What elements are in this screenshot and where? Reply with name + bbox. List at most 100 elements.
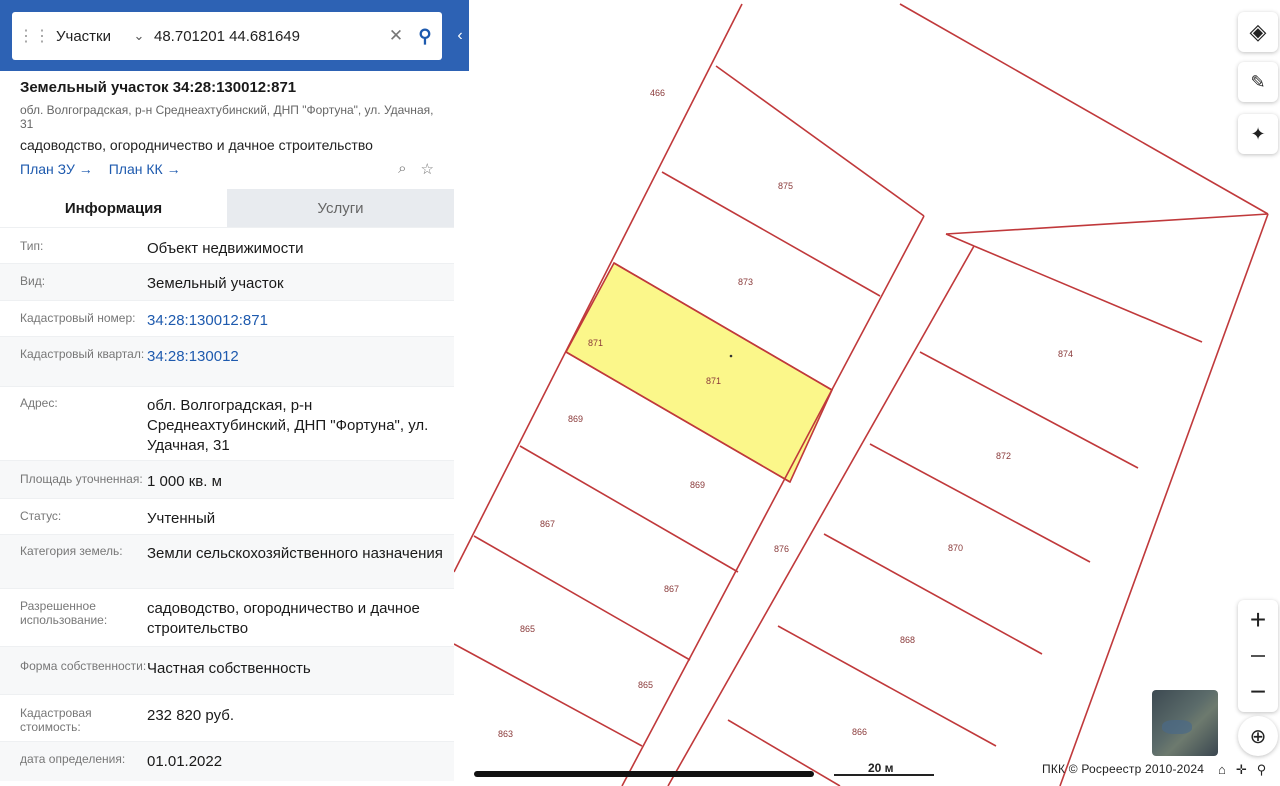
panel-tabs: Информация Услуги xyxy=(0,189,454,227)
row-label: Тип: xyxy=(20,239,44,253)
zoom-in-button[interactable]: + xyxy=(1238,600,1278,640)
table-row: Адрес: обл. Волгоградская, р-н Среднеахт… xyxy=(0,386,454,460)
row-value: садоводство, огородничество и дачное стр… xyxy=(147,600,420,637)
parcel-label: 865 xyxy=(520,624,535,634)
parcel-label: 875 xyxy=(778,181,793,191)
clear-icon[interactable]: ✕ xyxy=(384,26,408,46)
horizontal-scrollbar[interactable] xyxy=(474,771,814,777)
parcel-label: 867 xyxy=(540,519,555,529)
parcel-label: 866 xyxy=(852,727,867,737)
layers-button[interactable]: ◈ xyxy=(1238,12,1278,52)
home-icon[interactable]: ⌂ xyxy=(1218,762,1226,778)
table-row: Форма собственности: Частная собственнос… xyxy=(0,646,454,694)
row-label: Форма собственности: xyxy=(20,659,147,673)
search-box: ⋮⋮ Участки ⌄ 48.701201 44.681649 ✕ ⚲ xyxy=(12,12,442,60)
table-row: Статус: Учтенный xyxy=(0,498,454,534)
zoom-out-button[interactable]: − xyxy=(1238,672,1278,712)
search-header: ⋮⋮ Участки ⌄ 48.701201 44.681649 ✕ ⚲ ‹ xyxy=(0,0,469,71)
row-value: обл. Волгоградская, р-н Среднеахтубински… xyxy=(147,397,429,454)
row-value: 1 000 кв. м xyxy=(147,473,222,490)
zoom-controls: + − xyxy=(1238,600,1278,712)
parcel-label: 872 xyxy=(996,451,1011,461)
row-label: Площадь уточненная: xyxy=(20,472,143,486)
parcel-label: 871 xyxy=(706,376,721,386)
tab-information[interactable]: Информация xyxy=(0,189,227,227)
row-label: Адрес: xyxy=(20,396,58,410)
chevron-left-icon[interactable]: ‹ xyxy=(452,24,468,48)
parcel-label: 874 xyxy=(1058,349,1073,359)
minus-icon: − xyxy=(1249,676,1267,707)
table-row: дата определения: 01.01.2022 xyxy=(0,741,454,781)
ruler-button[interactable]: ✎ xyxy=(1238,62,1278,102)
grid-icon[interactable]: ⋮⋮ xyxy=(12,26,56,46)
plus-icon: + xyxy=(1249,604,1267,635)
parcel-label: 863 xyxy=(498,729,513,739)
parcel-label: 868 xyxy=(900,635,915,645)
pin-icon[interactable]: ⚲ xyxy=(1257,762,1267,778)
attribution-icons: ⌂ ✛ ⚲ xyxy=(1218,762,1266,778)
row-value: Земли сельскохозяйственного назначения xyxy=(147,545,443,562)
crosshair-icon[interactable]: ✛ xyxy=(1236,762,1247,778)
table-row: Кадастровый квартал: 34:28:130012 xyxy=(0,336,454,386)
table-row: Тип: Объект недвижимости xyxy=(0,227,454,263)
plan-links: План ЗУ → План КК → ⌕ ☆ xyxy=(20,160,434,178)
parcel-label: 873 xyxy=(738,277,753,287)
ruler-icon: ✎ xyxy=(1250,71,1266,92)
star-icon[interactable]: ☆ xyxy=(421,160,434,178)
locate-icon: ✦ xyxy=(1250,123,1266,144)
row-value: Учтенный xyxy=(147,510,216,527)
row-value: 232 820 руб. xyxy=(147,707,234,724)
zoom-search-icon[interactable]: ⌕ xyxy=(398,160,406,178)
row-label: Категория земель: xyxy=(20,544,123,558)
row-label: Вид: xyxy=(20,274,46,288)
chevron-down-icon[interactable]: ⌄ xyxy=(128,28,150,44)
tab-services[interactable]: Услуги xyxy=(227,189,454,227)
row-value: 01.01.2022 xyxy=(147,753,223,770)
table-row: Площадь уточненная: 1 000 кв. м xyxy=(0,460,454,498)
row-label: Кадастровый квартал: xyxy=(20,347,145,361)
layers-icon: ◈ xyxy=(1249,19,1267,44)
row-label: Статус: xyxy=(20,509,62,523)
app-root: 466 875 873 871 871 874 869 872 869 867 … xyxy=(0,0,1280,786)
parcel-label: 867 xyxy=(664,584,679,594)
parcel-header: Земельный участок 34:28:130012:871 обл. … xyxy=(0,71,454,189)
zoom-divider xyxy=(1238,640,1278,672)
row-value: Частная собственность xyxy=(147,660,311,677)
parcel-label: 865 xyxy=(638,680,653,690)
row-value: Земельный участок xyxy=(147,275,284,292)
parcel-label: 466 xyxy=(650,88,665,98)
row-value: Объект недвижимости xyxy=(147,240,304,257)
parcel-title: Земельный участок 34:28:130012:871 xyxy=(20,79,297,96)
table-row: Кадастровая стоимость: 232 820 руб. xyxy=(0,694,454,741)
basemap-switcher[interactable] xyxy=(1152,690,1218,756)
table-row: Вид: Земельный участок xyxy=(0,263,454,300)
parcel-label: 876 xyxy=(774,544,789,554)
scale-label: 20 м xyxy=(868,761,894,775)
table-row: Кадастровый номер: 34:28:130012:871 xyxy=(0,300,454,336)
cadastral-quarter-link[interactable]: 34:28:130012 xyxy=(147,347,454,367)
table-row: Разрешенное использование: садоводство, … xyxy=(0,588,454,646)
cadastral-number-link[interactable]: 34:28:130012:871 xyxy=(147,311,454,331)
locate-button[interactable]: ✦ xyxy=(1238,114,1278,154)
plan-kk-link[interactable]: План КК → xyxy=(109,161,181,177)
map-attribution: ПКК © Росреестр 2010-2024 xyxy=(1042,762,1205,776)
table-row: Категория земель: Земли сельскохозяйстве… xyxy=(0,534,454,588)
compass-button[interactable]: ⊕ xyxy=(1238,716,1278,756)
parcel-address: обл. Волгоградская, р-н Среднеахтубински… xyxy=(20,103,434,131)
info-panel: Земельный участок 34:28:130012:871 обл. … xyxy=(0,71,454,786)
search-icon[interactable]: ⚲ xyxy=(408,26,442,47)
row-label: Кадастровая стоимость: xyxy=(20,706,92,734)
parcel-label: 870 xyxy=(948,543,963,553)
parcel-use: садоводство, огородничество и дачное стр… xyxy=(20,137,373,153)
parcel-label: 869 xyxy=(690,480,705,490)
plan-zu-link[interactable]: План ЗУ → xyxy=(20,161,93,177)
info-table: Тип: Объект недвижимости Вид: Земельный … xyxy=(0,227,454,781)
compass-icon: ⊕ xyxy=(1249,725,1267,748)
parcel-label: 871 xyxy=(588,338,603,348)
search-input[interactable]: 48.701201 44.681649 xyxy=(150,28,384,45)
search-type-select[interactable]: Участки xyxy=(56,28,128,45)
parcel-label: 869 xyxy=(568,414,583,424)
parcel-centroid-marker xyxy=(729,354,733,358)
selected-parcel xyxy=(564,261,834,484)
row-label: дата определения: xyxy=(20,752,126,766)
